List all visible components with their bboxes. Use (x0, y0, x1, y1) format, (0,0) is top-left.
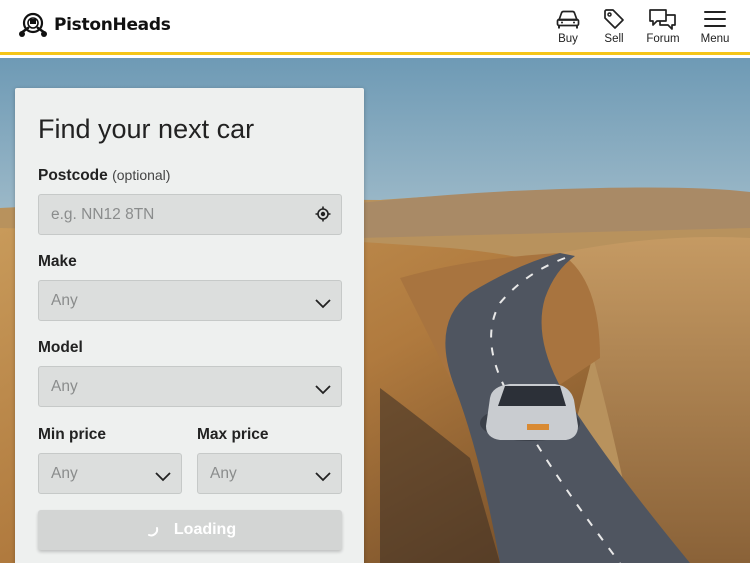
car-image (480, 384, 580, 441)
tag-icon (604, 9, 624, 29)
site-header: PistonHeads Buy Sell Forum Menu (0, 0, 750, 55)
hamburger-icon (704, 11, 726, 27)
min-price-select[interactable]: Any (38, 453, 182, 494)
make-value: Any (51, 291, 78, 309)
max-price-select[interactable]: Any (197, 453, 342, 494)
nav-forum[interactable]: Forum (644, 7, 682, 45)
nav-buy-label: Buy (558, 33, 578, 45)
nav-menu-label: Menu (700, 33, 730, 45)
min-price-label: Min price (38, 426, 107, 443)
car-search-panel: Find your next car Postcode (optional) e… (15, 88, 364, 563)
brand-logo[interactable]: PistonHeads (18, 11, 171, 39)
main-nav: Buy Sell Forum Menu (552, 7, 734, 45)
postcode-optional-hint: (optional) (112, 167, 171, 183)
search-title: Find your next car (38, 114, 255, 144)
postcode-label: Postcode (38, 167, 108, 184)
min-price-value: Any (51, 464, 78, 482)
make-select[interactable]: Any (38, 280, 342, 321)
nav-forum-label: Forum (646, 33, 680, 45)
max-price-label: Max price (197, 426, 269, 443)
model-label: Model (38, 339, 83, 356)
nav-sell[interactable]: Sell (598, 7, 630, 45)
max-price-value: Any (210, 464, 237, 482)
search-submit-label: Loading (173, 521, 237, 538)
locate-icon[interactable] (315, 206, 331, 227)
chat-icon (649, 9, 676, 30)
postcode-placeholder: e.g. NN12 8TN (51, 205, 155, 223)
spinner-icon (147, 527, 159, 537)
chevron-down-icon (315, 382, 331, 400)
car-icon (556, 10, 580, 29)
model-select[interactable]: Any (38, 366, 342, 407)
nav-sell-label: Sell (604, 33, 624, 45)
brand-name: PistonHeads (54, 15, 171, 35)
piston-logo-icon (19, 12, 47, 37)
chevron-down-icon (315, 469, 331, 487)
postcode-input[interactable]: e.g. NN12 8TN (38, 194, 342, 235)
chevron-down-icon (155, 469, 171, 487)
model-value: Any (51, 377, 78, 395)
make-label: Make (38, 253, 77, 270)
nav-menu[interactable]: Menu (696, 7, 734, 45)
nav-buy[interactable]: Buy (552, 7, 584, 45)
chevron-down-icon (315, 296, 331, 314)
search-submit-button[interactable]: Loading (38, 510, 342, 550)
postcode-label-group: Postcode (optional) (38, 167, 170, 185)
